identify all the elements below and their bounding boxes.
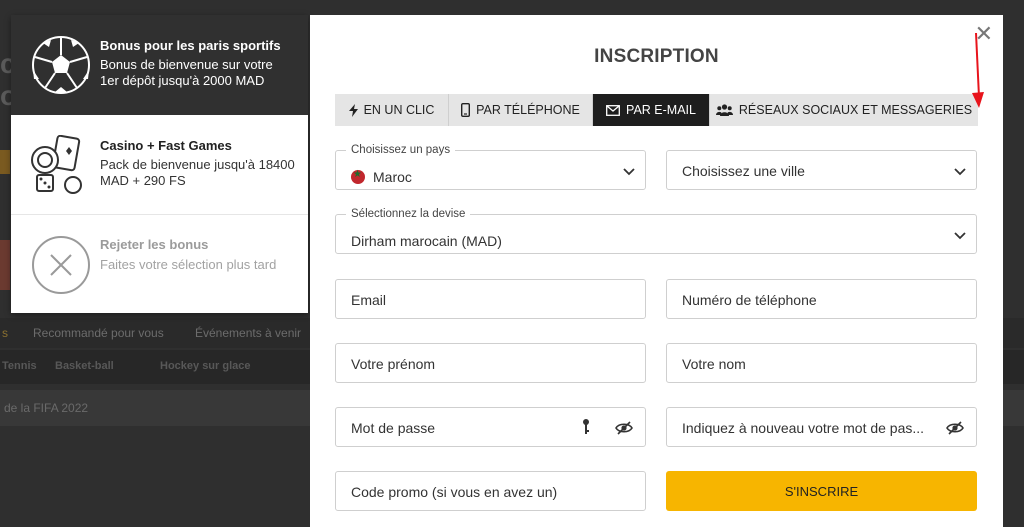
last-name-placeholder: Votre nom <box>682 356 746 372</box>
bg-orange-strip <box>0 150 10 174</box>
phone-icon <box>461 103 471 117</box>
eye-slash-icon[interactable] <box>615 419 633 437</box>
bonus-title: Rejeter les bonus <box>100 237 209 252</box>
bonus-title: Bonus pour les paris sportifs <box>100 38 281 53</box>
promo-code-placeholder: Code promo (si vous en avez un) <box>351 484 558 500</box>
country-label: Choisissez un pays <box>346 144 456 156</box>
casino-chips-icon <box>31 135 82 194</box>
annotation-arrow <box>972 33 984 108</box>
password-placeholder: Mot de passe <box>351 420 436 436</box>
chevron-down-icon <box>954 232 966 240</box>
morocco-flag-icon <box>351 169 365 184</box>
reject-x-icon <box>32 236 90 294</box>
bg-sport-item: Basket-ball <box>55 360 114 372</box>
bonus-panel: Bonus pour les paris sportifs Bonus de b… <box>11 15 308 313</box>
tab-phone[interactable]: PAR TÉLÉPHONE <box>449 94 593 126</box>
bg-red-strip <box>0 240 10 290</box>
tab-label: PAR E-MAIL <box>626 103 696 117</box>
email-field[interactable]: Email <box>335 279 646 319</box>
tab-label: PAR TÉLÉPHONE <box>476 103 580 117</box>
promo-code-field[interactable]: Code promo (si vous en avez un) <box>335 471 646 511</box>
country-select[interactable]: Choisissez un pays Maroc <box>335 144 646 190</box>
bonus-option-casino[interactable]: Casino + Fast Games Pack de bienvenue ju… <box>11 115 308 215</box>
lightning-icon <box>348 103 358 117</box>
bonus-description: Bonus de bienvenue sur votre 1er dépôt j… <box>100 57 273 88</box>
envelope-icon <box>606 104 620 116</box>
tab-label: EN UN CLIC <box>363 103 435 117</box>
country-value: Maroc <box>351 169 412 185</box>
email-placeholder: Email <box>351 292 387 308</box>
bg-nav-item: Événements à venir <box>195 326 302 340</box>
first-name-placeholder: Votre prénom <box>351 356 436 372</box>
tab-social-networks[interactable]: RÉSEAUX SOCIAUX ET MESSAGERIES <box>710 94 978 126</box>
registration-modal: ✕ INSCRIPTION EN UN CLIC PAR TÉLÉPHONE P… <box>310 15 1003 527</box>
bonus-description: Pack de bienvenue jusqu'à 18400 MAD + 29… <box>100 157 295 188</box>
chevron-down-icon <box>623 168 635 176</box>
bg-event-text: de la FIFA 2022 <box>4 401 89 415</box>
bonus-option-sports[interactable]: Bonus pour les paris sportifs Bonus de b… <box>11 15 308 115</box>
currency-value: Dirham marocain (MAD) <box>351 233 502 249</box>
currency-select[interactable]: Sélectionnez la devise Dirham marocain (… <box>335 208 977 254</box>
bg-sport-item: Hockey sur glace <box>160 360 251 372</box>
bonus-description: Faites votre sélection plus tard <box>100 257 277 272</box>
last-name-field[interactable]: Votre nom <box>666 343 977 383</box>
phone-placeholder: Numéro de téléphone <box>682 292 817 308</box>
users-icon <box>715 104 733 116</box>
bonus-title: Casino + Fast Games <box>100 138 232 153</box>
password-confirm-field[interactable]: Indiquez à nouveau votre mot de pas... <box>666 407 977 447</box>
phone-field[interactable]: Numéro de téléphone <box>666 279 977 319</box>
tab-label: RÉSEAUX SOCIAUX ET MESSAGERIES <box>738 103 973 117</box>
key-icon[interactable] <box>581 418 591 436</box>
tab-email[interactable]: PAR E-MAIL <box>593 94 710 126</box>
bg-sport-item: Tennis <box>2 360 37 372</box>
eye-slash-icon[interactable] <box>946 419 964 437</box>
soccer-ball-icon <box>32 36 90 94</box>
bg-nav-edge: s <box>2 326 8 340</box>
country-name: Maroc <box>373 169 412 185</box>
currency-label: Sélectionnez la devise <box>346 208 471 220</box>
first-name-field[interactable]: Votre prénom <box>335 343 646 383</box>
modal-title: INSCRIPTION <box>594 46 719 67</box>
register-button[interactable]: S'INSCRIRE <box>666 471 977 511</box>
bg-nav-item: Recommandé pour vous <box>33 326 164 340</box>
tab-one-click[interactable]: EN UN CLIC <box>335 94 449 126</box>
bonus-option-reject[interactable]: Rejeter les bonus Faites votre sélection… <box>11 215 308 315</box>
city-select[interactable]: Choisissez une ville <box>666 150 977 190</box>
registration-tabs: EN UN CLIC PAR TÉLÉPHONE PAR E-MAIL RÉSE… <box>335 94 978 126</box>
city-placeholder: Choisissez une ville <box>682 163 805 179</box>
password-field[interactable]: Mot de passe <box>335 407 646 447</box>
chevron-down-icon <box>954 168 966 176</box>
password-confirm-placeholder: Indiquez à nouveau votre mot de pas... <box>682 420 925 436</box>
